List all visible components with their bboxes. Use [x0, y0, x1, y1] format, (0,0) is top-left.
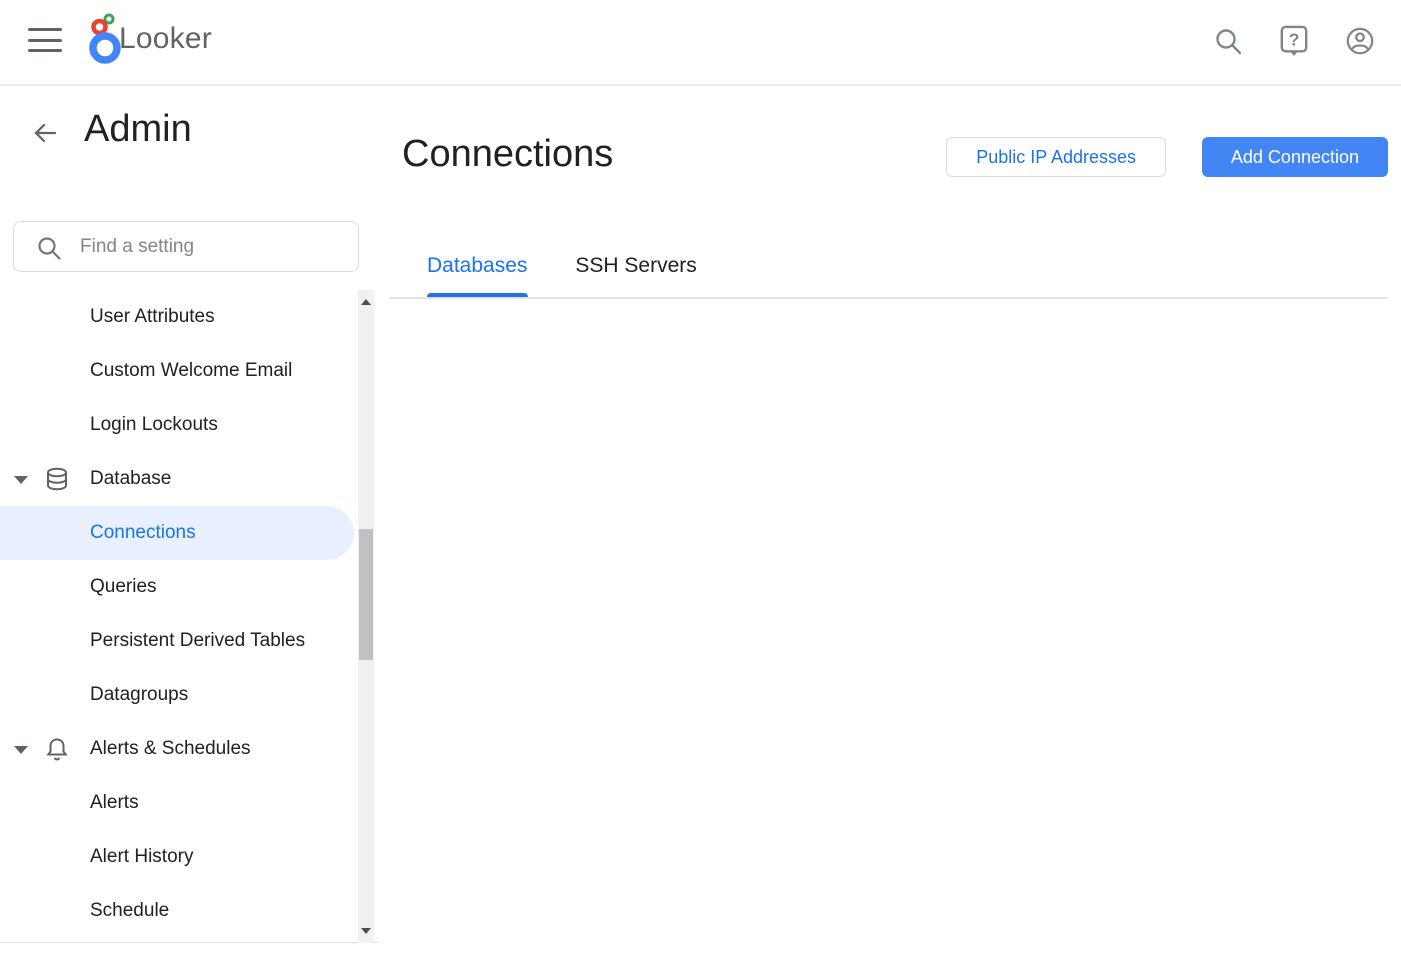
tab-databases[interactable]: Databases — [427, 254, 527, 278]
sidebar-item-label: Schedule — [90, 900, 169, 922]
search-icon[interactable] — [1213, 24, 1243, 58]
search-icon — [36, 235, 62, 261]
sidebar-item-datagroups[interactable]: Datagroups — [0, 668, 378, 722]
sidebar-item-label: Login Lockouts — [90, 414, 218, 436]
find-setting-searchbox — [13, 221, 359, 272]
sidebar-item-label: Custom Welcome Email — [90, 360, 292, 382]
sidebar-section-label: Alerts & Schedules — [90, 738, 251, 760]
bell-icon — [44, 736, 70, 762]
tab-divider — [390, 297, 1388, 299]
add-connection-button[interactable]: Add Connection — [1202, 137, 1388, 177]
chevron-down-icon[interactable] — [14, 476, 28, 484]
back-arrow-icon[interactable] — [32, 120, 58, 146]
sidebar-item-user-attributes[interactable]: User Attributes — [0, 290, 378, 344]
sidebar-item-label: Alerts — [90, 792, 139, 814]
sidebar-item-label: Datagroups — [90, 684, 188, 706]
sidebar-item-label: Alert History — [90, 846, 193, 868]
sidebar-scrollbar[interactable] — [358, 290, 374, 943]
find-setting-input[interactable] — [80, 222, 345, 271]
sidebar-item-persistent-derived-tables[interactable]: Persistent Derived Tables — [0, 614, 378, 668]
logo-text: Looker — [119, 22, 212, 56]
account-icon[interactable] — [1345, 24, 1375, 58]
scrollbar-thumb[interactable] — [359, 529, 373, 660]
hamburger-menu-icon[interactable] — [28, 28, 62, 52]
settings-nav: User Attributes Custom Welcome Email Log… — [0, 290, 378, 943]
sidebar-item-label: User Attributes — [90, 306, 215, 328]
scrollbar-up-arrow-icon[interactable] — [361, 299, 371, 305]
sidebar-section-database[interactable]: Database — [0, 452, 378, 506]
chevron-down-icon[interactable] — [14, 746, 28, 754]
tab-ssh-servers[interactable]: SSH Servers — [575, 254, 696, 278]
scrollbar-down-arrow-icon[interactable] — [361, 928, 371, 934]
admin-sidebar: Admin User Attributes Custom Welcome Ema… — [0, 88, 378, 943]
page-title: Connections — [402, 133, 613, 176]
sidebar-item-label: Persistent Derived Tables — [90, 630, 305, 652]
svg-text:?: ? — [1289, 30, 1300, 50]
top-app-bar: Looker ? — [0, 0, 1401, 86]
sidebar-section-alerts-schedules[interactable]: Alerts & Schedules — [0, 722, 378, 776]
sidebar-item-alert-history[interactable]: Alert History — [0, 830, 378, 884]
sidebar-item-label: Connections — [90, 522, 196, 544]
sidebar-item-custom-welcome-email[interactable]: Custom Welcome Email — [0, 344, 378, 398]
sidebar-title: Admin — [84, 108, 192, 151]
sidebar-item-login-lockouts[interactable]: Login Lockouts — [0, 398, 378, 452]
sidebar-item-alerts[interactable]: Alerts — [0, 776, 378, 830]
help-icon[interactable]: ? — [1279, 24, 1309, 58]
database-icon — [44, 466, 70, 492]
sidebar-item-queries[interactable]: Queries — [0, 560, 378, 614]
sidebar-item-connections[interactable]: Connections — [0, 506, 378, 560]
sidebar-section-label: Database — [90, 468, 171, 490]
sidebar-item-label: Queries — [90, 576, 157, 598]
public-ip-addresses-button[interactable]: Public IP Addresses — [946, 137, 1166, 177]
connections-tabs: Databases SSH Servers — [427, 254, 697, 278]
sidebar-item-schedule[interactable]: Schedule — [0, 884, 378, 938]
looker-logo[interactable]: Looker — [86, 10, 126, 66]
